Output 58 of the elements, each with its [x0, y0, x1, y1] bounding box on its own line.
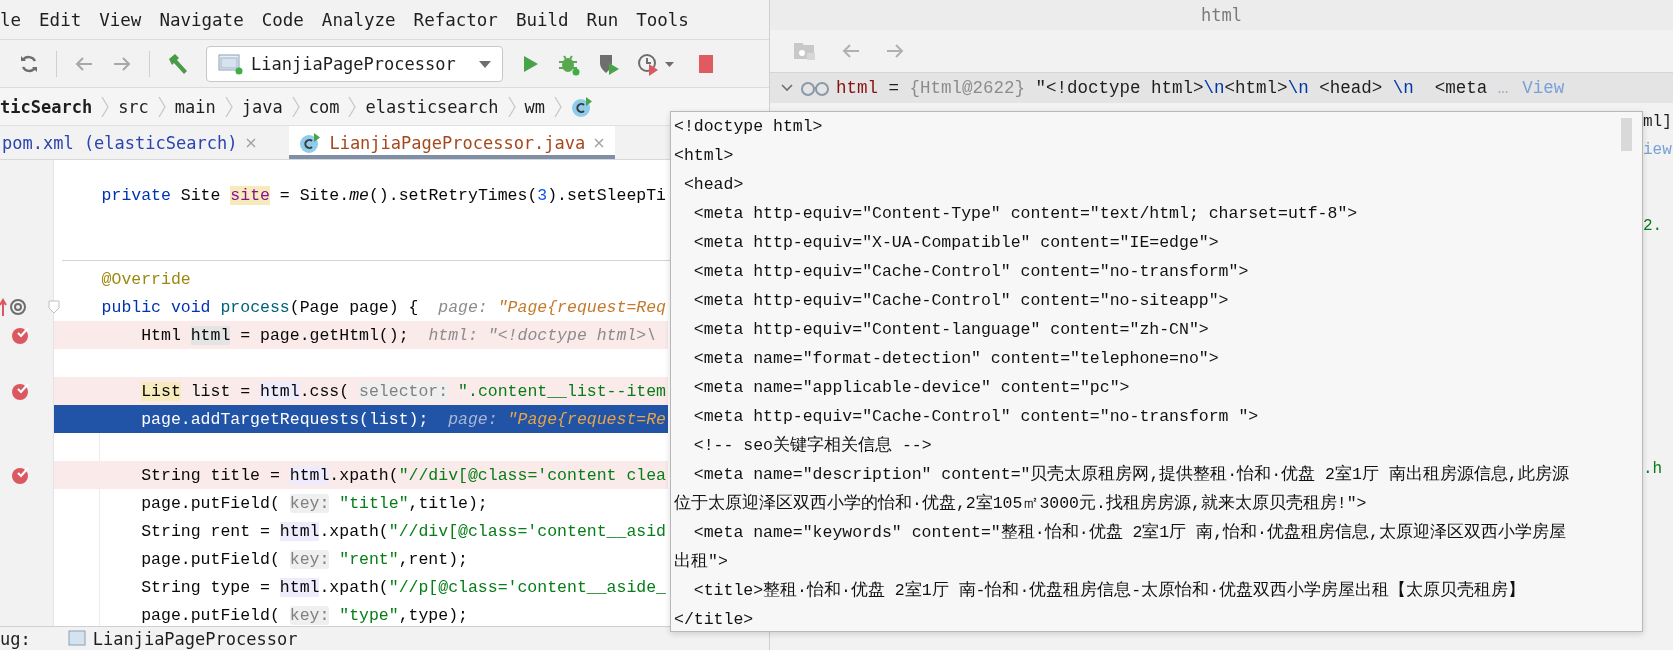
- breadcrumb-item[interactable]: com: [308, 96, 340, 117]
- override-icon[interactable]: [0, 297, 28, 317]
- chevron-icon: [290, 94, 301, 119]
- close-icon[interactable]: [245, 136, 258, 149]
- tree-text: .h: [1643, 460, 1663, 478]
- menu-item[interactable]: Code: [261, 9, 304, 30]
- breadcrumb-item[interactable]: java: [241, 96, 283, 117]
- breadcrumb-item[interactable]: ticSearch: [0, 96, 93, 117]
- variable-value: html = {Html@2622} "<!doctype html>\n<html>\n <head> \n <meta …: [836, 78, 1509, 98]
- run-config-dropdown[interactable]: LianjiaPageProcessor: [206, 45, 503, 82]
- menu-item[interactable]: Run: [586, 9, 619, 30]
- window-icon: [217, 52, 243, 75]
- code-line: @Override: [100, 268, 192, 291]
- code-line: public void process(Page page) { page: "Page{request=Req: [100, 296, 667, 319]
- breadcrumb-item[interactable]: wm: [524, 96, 545, 117]
- close-icon[interactable]: [593, 136, 606, 149]
- expand-chevron-icon[interactable]: [780, 83, 794, 93]
- editor-tab[interactable]: LianjiaPageProcessor.java: [289, 126, 616, 159]
- chevron-icon: [506, 94, 517, 119]
- value-text: <!doctype html> <html> <head> <meta http-equiv="Content-Type" content="text/html; charset=utf-8"> <meta http-equiv="X-UA-Compatible" content="IE=edge"> <meta http-equiv="Cache-Control" content="no-transform"> <meta http-equiv="Cache-Control" content="no-siteapp"> <meta http-equiv="Content-language" content="zh-CN"> <meta name="format-detection" content="telephone=no"> <meta name="applicable-device" content="pc"> <meta http-equiv="Cache-Control" content="no-transform "> <!-- seo关键字相关信息 --> <meta name="description" content="贝壳太原租房网,提供整租·怡和·优盘 2室1厅 南出租房源信息,此房源 位于太原迎泽区双西小学的怡和·优盘,2室105㎡3000元.找租房房源,就来太原贝壳租房!"> <meta name="keywords" content="整租·怡和·优盘 2室1厅 南,怡和·优盘租房信息,太原迎泽区双西小学房屋 出租"> <title>整租·怡和·优盘 2室1厅 南-怡和·优盘租房信息-太原怡和·优盘双西小学房屋出租【太原贝壳租房】 </title>: [673, 116, 1569, 631]
- menu-item[interactable]: Refactor: [413, 9, 498, 30]
- breadcrumb-item[interactable]: main: [174, 96, 216, 117]
- hammer-icon[interactable]: [166, 51, 190, 76]
- scrollbar-thumb[interactable]: [1621, 118, 1632, 151]
- class-icon: [571, 95, 593, 118]
- chevron-icon: [223, 94, 234, 119]
- menu-item[interactable]: Edit: [39, 9, 82, 30]
- chevron-icon: [100, 94, 111, 119]
- tree-text: 2.: [1643, 217, 1663, 235]
- glasses-icon: [800, 80, 830, 96]
- code-line: String rent = html.xpath("//div[@class='content__asid: [140, 520, 667, 543]
- window-title: html: [770, 0, 1673, 30]
- stop-icon[interactable]: [696, 53, 713, 74]
- fold-icon[interactable]: [48, 300, 60, 314]
- menu-item[interactable]: Build: [515, 9, 569, 30]
- code-line: private Site site = Site.me().setRetryTimes(3).setSleepTi: [100, 184, 668, 207]
- window-icon: [66, 628, 87, 649]
- breadcrumb-item[interactable]: src: [118, 96, 149, 117]
- tree-text: iew: [1643, 141, 1672, 159]
- caret-icon: [477, 58, 492, 69]
- debug-session-tab[interactable]: LianjiaPageProcessor: [66, 628, 298, 649]
- chevron-icon: [553, 94, 563, 119]
- chevron-icon: [156, 94, 167, 119]
- menu-item[interactable]: Tools: [636, 9, 689, 30]
- breadcrumb-item[interactable]: elasticsearch: [365, 96, 499, 117]
- code-line: page.putField( key: "title",title);: [140, 492, 489, 515]
- menu-item[interactable]: Analyze: [321, 9, 396, 30]
- code-line: page.putField( key: "type",type);: [140, 604, 469, 626]
- menu-item[interactable]: Navigate: [159, 9, 244, 30]
- tree-text: ml]: [1643, 113, 1672, 131]
- chevron-icon: [347, 94, 358, 119]
- profiler-icon[interactable]: [636, 51, 677, 76]
- class-icon: [299, 131, 322, 154]
- menu-item[interactable]: View: [99, 9, 142, 30]
- code-line: page.putField( key: "rent",rent);: [140, 548, 469, 571]
- menu-item[interactable]: le: [0, 9, 22, 30]
- code-line: String type = html.xpath("//p[@class='content__aside_: [140, 576, 667, 599]
- debug-label: ug:: [0, 628, 31, 649]
